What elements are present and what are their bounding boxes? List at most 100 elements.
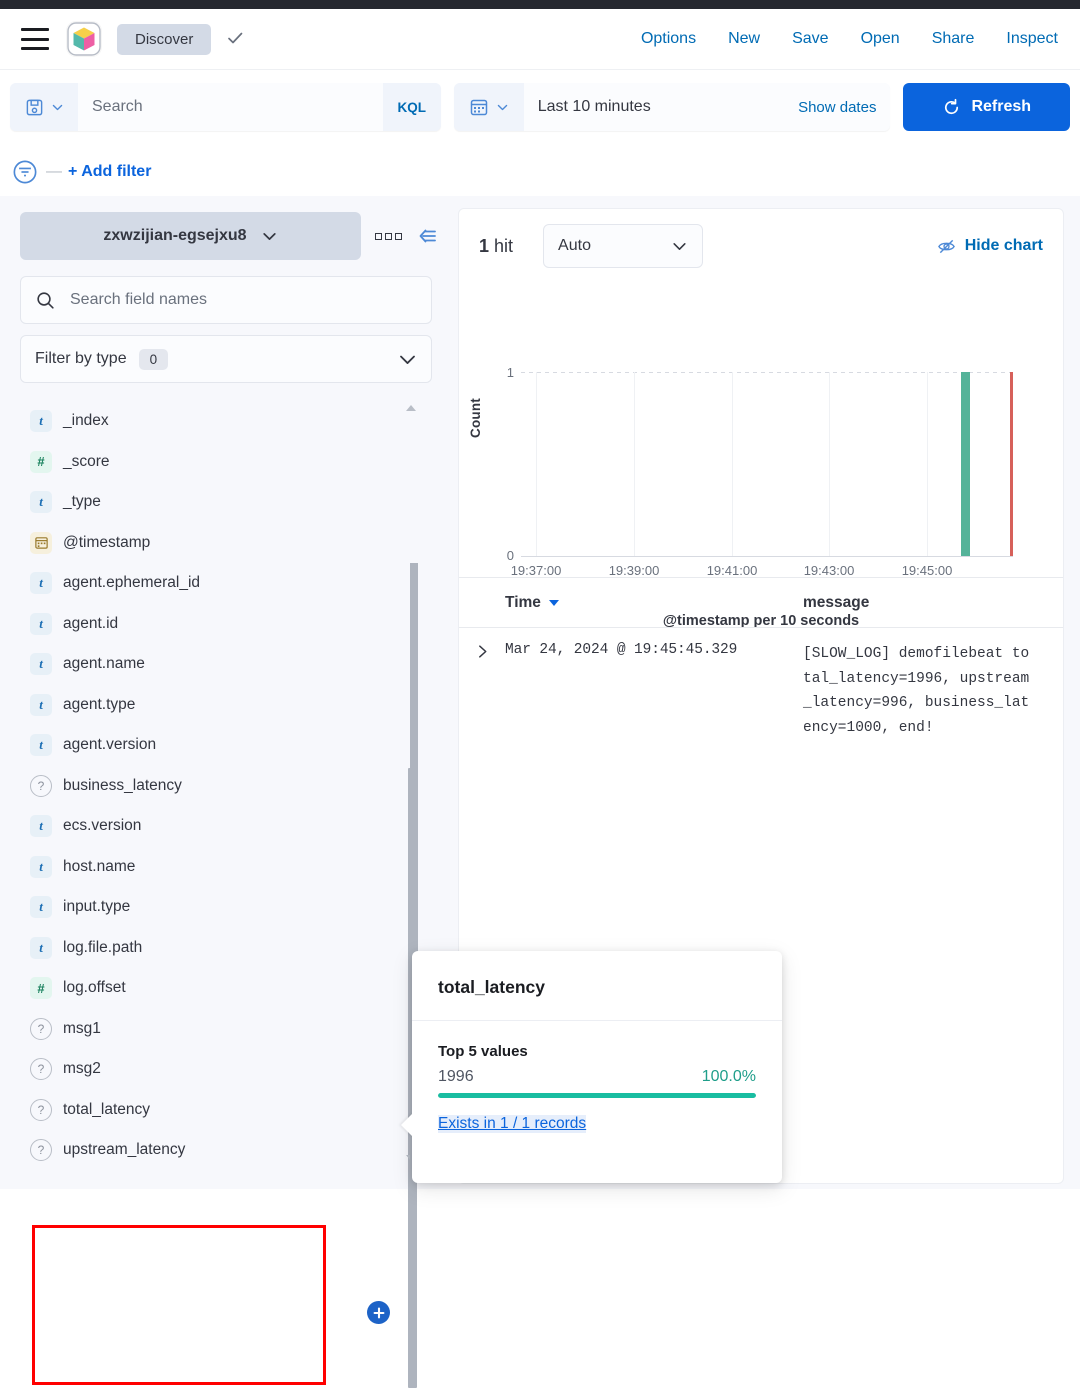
field-list-item[interactable]: t _type [0, 482, 452, 523]
field-list-item[interactable]: t ecs.version [0, 806, 452, 847]
chart-gridline [732, 372, 733, 556]
header-link-options[interactable]: Options [641, 30, 696, 48]
header-link-save[interactable]: Save [792, 30, 828, 48]
popover-field-name: total_latency [412, 951, 782, 1021]
chevron-down-icon [497, 104, 507, 110]
hamburger-menu-icon[interactable] [21, 28, 49, 50]
plus-icon [373, 1307, 384, 1318]
app-name-chip[interactable]: Discover [117, 23, 212, 55]
string-field-icon: t [30, 693, 52, 716]
filter-by-type-button[interactable]: Filter by type 0 [20, 335, 432, 383]
filter-icon[interactable] [12, 159, 38, 185]
query-bar: KQL Last 10 minutes Show dates [0, 70, 1080, 144]
string-field-icon: t [30, 936, 52, 959]
field-search-input[interactable] [68, 290, 417, 310]
collapse-left-icon[interactable] [416, 225, 438, 247]
interval-value: Auto [558, 237, 591, 254]
field-list-item[interactable]: ? msg2 [0, 1049, 452, 1090]
number-field-icon: # [30, 977, 52, 1000]
top-values-label: Top 5 values [438, 1043, 528, 1060]
field-list-item[interactable]: ? business_latency [0, 766, 452, 807]
date-quick-select-button[interactable] [453, 83, 524, 131]
header-link-new[interactable]: New [728, 30, 760, 48]
field-list-item[interactable]: ? msg1 [0, 1009, 452, 1050]
field-list-item[interactable]: t agent.version [0, 725, 452, 766]
chart-plot-area[interactable] [521, 372, 1013, 557]
field-name: _type [63, 493, 101, 511]
expand-row-icon[interactable] [459, 642, 505, 740]
field-list-item[interactable]: ? upstream_latency [0, 1130, 452, 1171]
top-value-percent: 100.0% [701, 1068, 756, 1085]
table-row[interactable]: Mar 24, 2024 @ 19:45:45.329 [SLOW_LOG] d… [459, 628, 1063, 740]
field-list-scroll-up-arrow[interactable] [406, 405, 416, 411]
saved-query-button[interactable] [10, 83, 78, 131]
chart-top-gridline [521, 372, 1013, 373]
filter-bar: — + Add filter [0, 148, 1080, 196]
field-search-box[interactable] [20, 276, 432, 324]
field-list-item[interactable]: t _index [0, 401, 452, 442]
query-language-badge[interactable]: KQL [382, 83, 441, 131]
grid-options-icon[interactable] [375, 232, 402, 240]
chart-x-tick: 19:39:00 [608, 563, 660, 578]
string-field-icon: t [30, 653, 52, 676]
field-name: msg2 [63, 1060, 101, 1078]
search-input[interactable] [78, 83, 383, 131]
caret-down-icon [548, 599, 559, 606]
field-list-item[interactable]: t host.name [0, 847, 452, 888]
chevron-down-icon [52, 104, 62, 110]
chart-header: 1 hit Auto Hide chart [459, 209, 1063, 283]
chart-y-tick: 0 [506, 548, 514, 563]
refresh-label: Refresh [971, 98, 1032, 115]
field-list-item[interactable]: t agent.type [0, 685, 452, 726]
unknown-field-icon: ? [30, 1058, 52, 1081]
index-pattern-picker[interactable]: zxwzijian-egsejxu8 [20, 212, 361, 260]
search-group: KQL [10, 83, 441, 131]
refresh-icon [945, 98, 959, 114]
header-link-open[interactable]: Open [861, 30, 900, 48]
kibana-logo[interactable] [67, 22, 101, 56]
top-value-progress-fill [438, 1093, 756, 1098]
histogram-chart: Count 1 0 19:37:00 19:39:00 19:41:00 19:… [459, 283, 1063, 629]
add-field-button[interactable] [367, 1301, 390, 1324]
field-list-item[interactable]: t agent.ephemeral_id [0, 563, 452, 604]
number-field-icon: # [30, 450, 52, 473]
chart-x-tick: 19:45:00 [901, 563, 953, 578]
string-field-icon: t [30, 815, 52, 838]
exists-in-records-link[interactable]: Exists in 1 / 1 records [438, 1115, 587, 1133]
chart-gridline [829, 372, 830, 556]
field-list-item[interactable]: @timestamp [0, 523, 452, 564]
field-list-item[interactable]: t agent.name [0, 644, 452, 685]
date-range-display[interactable]: Last 10 minutes Show dates [523, 83, 891, 131]
chart-end-marker [1010, 372, 1013, 556]
field-details-popover: total_latency Top 5 values 1996 100.0% E… [401, 951, 782, 1183]
hide-chart-button[interactable]: Hide chart [937, 237, 1043, 256]
add-filter-button[interactable]: + Add filter [68, 163, 151, 181]
string-field-icon: t [30, 612, 52, 635]
show-dates-button[interactable]: Show dates [798, 99, 876, 116]
global-header: Discover Options New Save Open Share Ins… [0, 9, 1080, 70]
field-list-item-total-latency[interactable]: ? total_latency [0, 1090, 452, 1131]
calendar-icon [470, 99, 487, 116]
top-value-text: 1996 [438, 1068, 474, 1085]
field-list-item[interactable]: t log.file.path [0, 928, 452, 969]
header-link-share[interactable]: Share [932, 30, 975, 48]
field-name: host.name [63, 857, 136, 875]
interval-select[interactable]: Auto [543, 224, 704, 268]
field-list-item[interactable]: t input.type [0, 887, 452, 928]
documents-table-header: Time message [459, 577, 1063, 628]
field-list-item[interactable]: t agent.id [0, 604, 452, 645]
message-column-header[interactable]: message [803, 594, 1063, 612]
row-message-value: [SLOW_LOG] demofilebeat total_latency=19… [803, 646, 1030, 736]
field-list-item[interactable]: # _score [0, 442, 452, 483]
chart-bar[interactable] [961, 372, 970, 556]
time-column-header[interactable]: Time [505, 594, 803, 612]
chart-gridline [536, 372, 537, 556]
chart-gridline [927, 372, 928, 556]
sidebar-actions [375, 225, 438, 247]
field-sidebar: zxwzijian-egsejxu8 Search field names Fi… [0, 196, 452, 1388]
refresh-button[interactable]: Refresh [903, 83, 1070, 131]
kibana-cube-icon [67, 22, 101, 56]
field-list-item[interactable]: # log.offset [0, 968, 452, 1009]
header-link-inspect[interactable]: Inspect [1006, 30, 1058, 48]
index-pattern-name: zxwzijian-egsejxu8 [103, 227, 247, 244]
